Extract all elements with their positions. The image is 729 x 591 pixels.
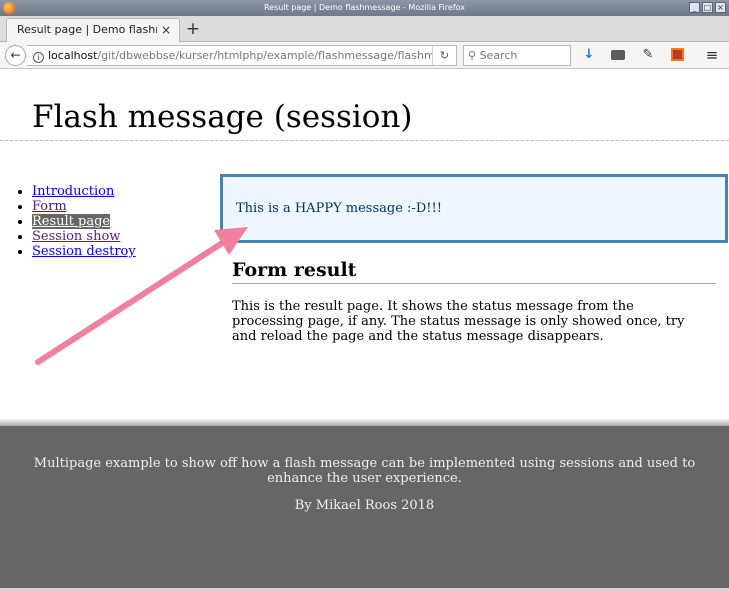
back-icon: ← — [10, 48, 21, 62]
flash-message: This is a HAPPY message :-D!!! — [220, 174, 728, 243]
sidebar-nav: Introduction Form Result page Session sh… — [0, 184, 136, 259]
window-titlebar: Result page | Demo flashmessage - Mozill… — [0, 0, 729, 16]
site-title: Flash message (session) — [32, 99, 413, 135]
result-text: This is the result page. It shows the st… — [232, 299, 685, 344]
close-tab-icon[interactable]: × — [161, 19, 171, 41]
search-icon: ⚲ — [468, 49, 477, 62]
tab-result-page[interactable]: Result page | Demo flashm × — [6, 18, 180, 42]
search-input[interactable]: ⚲ Search — [463, 45, 571, 66]
url-path: /git/dbwebbse/kurser/htmlphp/example/fla… — [97, 49, 435, 62]
window-controls: _ □ × — [689, 2, 726, 13]
nav-item-form: Form — [32, 199, 136, 214]
page-header: Flash message (session) — [0, 70, 729, 141]
reload-icon[interactable]: ↻ — [432, 46, 456, 65]
back-button[interactable]: ← — [5, 45, 26, 66]
eyedropper-icon[interactable]: ✎ — [639, 46, 657, 64]
window-title: Result page | Demo flashmessage - Mozill… — [263, 3, 466, 12]
url-host: localhost — [48, 49, 98, 62]
nav-link-form[interactable]: Form — [32, 199, 67, 214]
page-footer: Multipage example to show off how a flas… — [0, 418, 729, 588]
new-tab-button[interactable]: + — [183, 19, 203, 39]
addon-icon[interactable] — [668, 46, 686, 64]
search-placeholder: Search — [479, 49, 518, 62]
close-window-button[interactable]: × — [715, 2, 726, 13]
nav-link-session-show[interactable]: Session show — [32, 229, 120, 244]
download-icon[interactable]: ↓ — [580, 46, 598, 64]
nav-link-introduction[interactable]: Introduction — [32, 184, 114, 199]
nav-link-session-destroy[interactable]: Session destroy — [32, 244, 136, 259]
navigation-toolbar: ← i localhost/git/dbwebbse/kurser/htmlphp… — [0, 42, 729, 69]
footer-shadow — [0, 418, 729, 426]
developer-toolbar-icon[interactable] — [609, 46, 627, 64]
info-icon[interactable]: i — [33, 52, 44, 63]
minimize-button[interactable]: _ — [689, 2, 700, 13]
tab-title: Result page | Demo flashm — [17, 23, 157, 36]
flash-message-text: This is a HAPPY message :-D!!! — [236, 201, 442, 216]
nav-item-session-destroy: Session destroy — [32, 244, 136, 259]
nav-item-introduction: Introduction — [32, 184, 136, 199]
maximize-button[interactable]: □ — [702, 2, 713, 13]
nav-item-session-show: Session show — [32, 229, 136, 244]
result-heading: Form result — [232, 259, 716, 284]
firefox-icon — [3, 2, 15, 14]
url-bar[interactable]: i localhost/git/dbwebbse/kurser/htmlphp/e… — [27, 45, 457, 66]
menu-icon[interactable]: ≡ — [703, 46, 721, 64]
footer-description: Multipage example to show off how a flas… — [33, 456, 696, 486]
nav-link-result-page[interactable]: Result page — [32, 214, 111, 229]
footer-byline: By Mikael Roos 2018 — [294, 498, 435, 513]
nav-item-result-page: Result page — [32, 214, 136, 229]
tab-strip: Result page | Demo flashm × + — [0, 16, 729, 42]
